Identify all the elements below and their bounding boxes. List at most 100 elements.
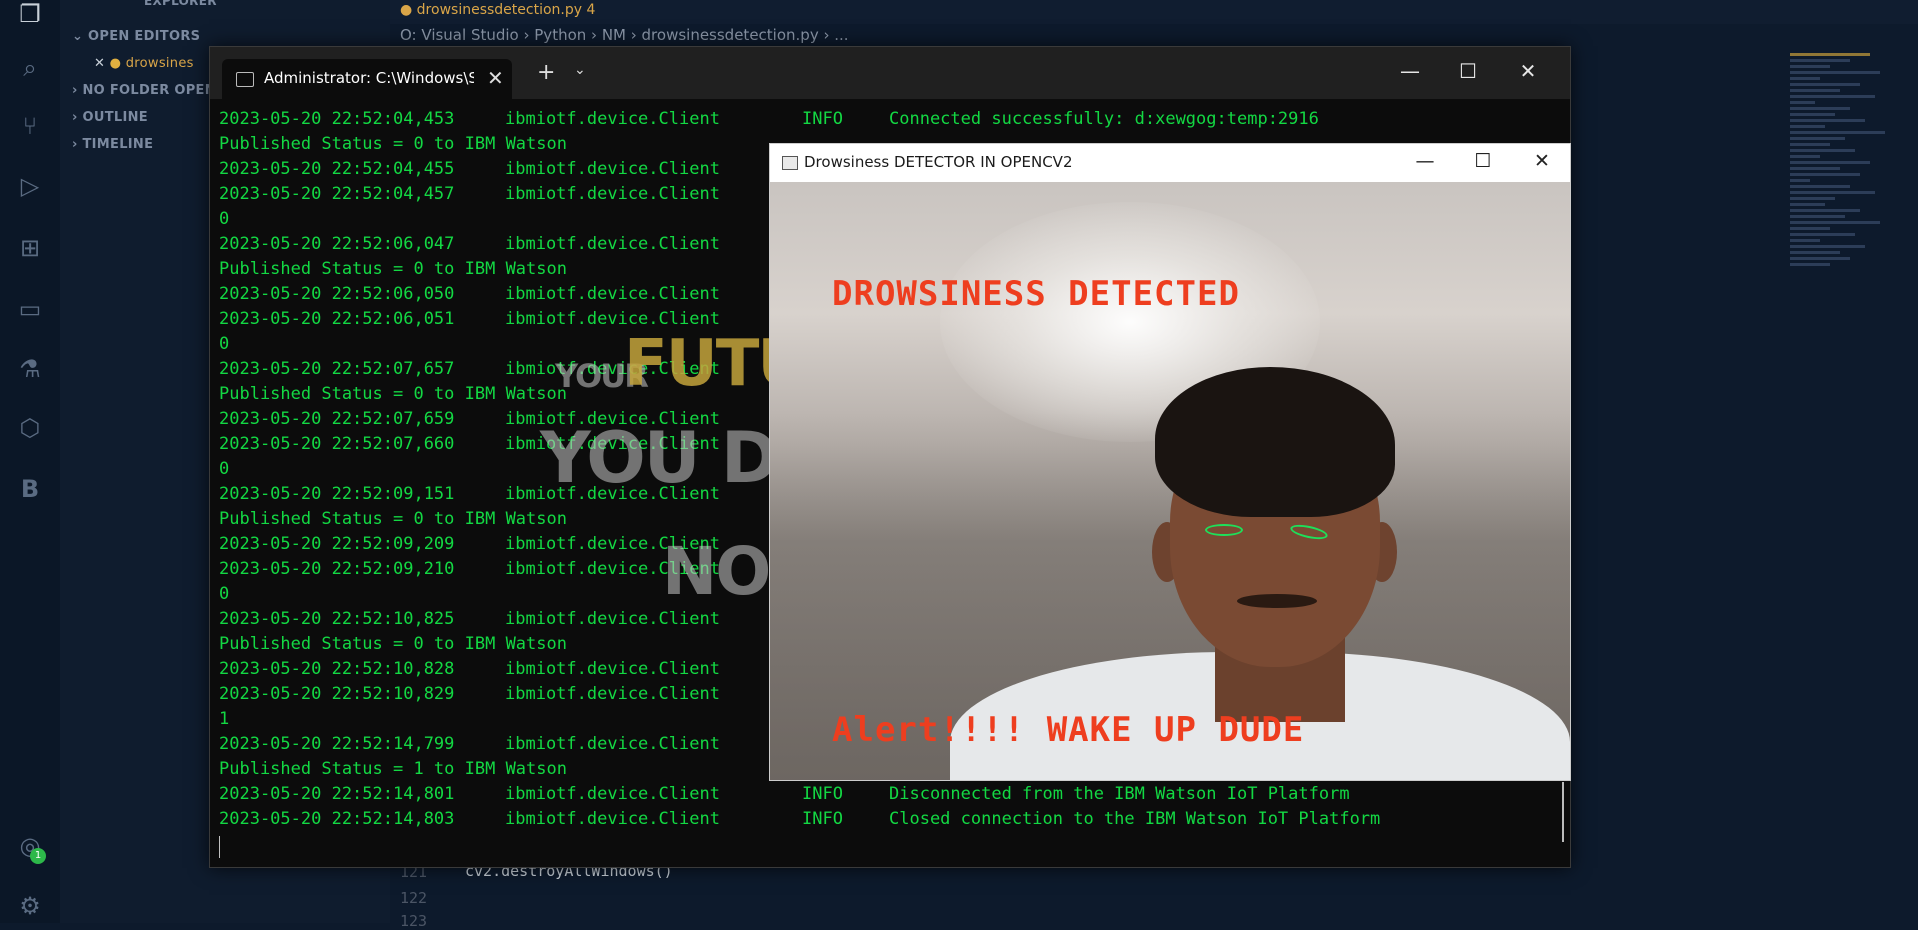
- cube-icon[interactable]: ⬡: [16, 414, 44, 442]
- b-extension-icon[interactable]: B: [16, 475, 44, 503]
- terminal-line-text: Published Status = 1 to IBM Watson: [219, 759, 567, 779]
- webcam-frame: DROWSINESS DETECTED Alert!!!! WAKE UP DU…: [770, 182, 1570, 780]
- breadcrumb-item[interactable]: O:: [400, 26, 417, 44]
- terminal-line-text: 0: [219, 584, 230, 604]
- terminal-line: 2023-05-20 22:52:14,803 ibmiotf.device.Cl…: [219, 807, 1559, 832]
- terminal-line-text: 0: [219, 209, 230, 229]
- log-timestamp: 2023-05-20 22:52:14,803: [219, 809, 455, 829]
- log-source: ibmiotf.device.Client: [505, 234, 720, 254]
- terminal-line: 2023-05-20 22:52:04,453 ibmiotf.device.Cl…: [219, 107, 1559, 132]
- breadcrumb-item[interactable]: ...: [834, 26, 848, 44]
- log-level: INFO: [802, 809, 843, 829]
- run-debug-icon[interactable]: ▷: [16, 172, 44, 200]
- log-source: ibmiotf.device.Client: [505, 159, 720, 179]
- no-folder-section[interactable]: › NO FOLDER OPENE: [72, 83, 225, 98]
- open-editors-section[interactable]: ⌄ OPEN EDITORS: [72, 29, 200, 44]
- chevron-right-icon: ›: [72, 110, 83, 125]
- terminal-line-text: Published Status = 0 to IBM Watson: [219, 384, 567, 404]
- python-file-icon: ●: [400, 2, 417, 18]
- log-timestamp: 2023-05-20 22:52:07,659: [219, 409, 455, 429]
- log-source: ibmiotf.device.Client: [505, 609, 720, 629]
- breadcrumb-item[interactable]: drowsinessdetection.py: [642, 26, 819, 44]
- log-timestamp: 2023-05-20 22:52:10,828: [219, 659, 455, 679]
- explorer-icon[interactable]: ❐: [16, 0, 44, 28]
- settings-gear-icon[interactable]: ⚙: [16, 892, 44, 920]
- terminal-line-text: 1: [219, 709, 230, 729]
- opencv-window[interactable]: Drowsiness DETECTOR IN OPENCV2 — ☐ ✕ DRO…: [769, 143, 1571, 781]
- log-timestamp: 2023-05-20 22:52:14,801: [219, 784, 455, 804]
- terminal-cursor: [219, 836, 220, 858]
- editor-tab-bar: [390, 0, 1918, 24]
- log-source: ibmiotf.device.Client: [505, 809, 720, 829]
- terminal-icon: [236, 72, 254, 87]
- breadcrumb: O: Visual Studio › Python › NM › drowsin…: [400, 26, 849, 44]
- close-button[interactable]: ✕: [1513, 59, 1543, 83]
- breadcrumb-item[interactable]: Python: [534, 26, 586, 44]
- line-number: 123: [400, 912, 428, 930]
- search-icon[interactable]: ⌕: [16, 54, 44, 82]
- log-source: ibmiotf.device.Client: [505, 284, 720, 304]
- terminal-line-text: Published Status = 0 to IBM Watson: [219, 634, 567, 654]
- timeline-section[interactable]: › TIMELINE: [72, 137, 153, 152]
- open-editor-item[interactable]: ✕ ● drowsines: [94, 56, 194, 71]
- log-timestamp: 2023-05-20 22:52:06,051: [219, 309, 455, 329]
- log-timestamp: 2023-05-20 22:52:09,210: [219, 559, 455, 579]
- notification-badge: 1: [30, 848, 46, 864]
- source-control-icon[interactable]: ⑂: [16, 112, 44, 140]
- log-message: Closed connection to the IBM Watson IoT …: [889, 809, 1381, 829]
- drowsiness-detected-label: DROWSINESS DETECTED: [832, 274, 1240, 314]
- remote-explorer-icon[interactable]: ▭: [16, 295, 44, 323]
- terminal-line-text: Published Status = 0 to IBM Watson: [219, 259, 567, 279]
- editor-tab-active[interactable]: ● drowsinessdetection.py 4: [400, 0, 595, 22]
- log-timestamp: 2023-05-20 22:52:07,657: [219, 359, 455, 379]
- person-hair: [1155, 367, 1395, 517]
- left-eye-contour: [1205, 524, 1243, 536]
- terminal-tab[interactable]: Administrator: C:\Windows\Sy ✕: [222, 59, 512, 99]
- python-file-icon: ●: [109, 56, 122, 71]
- log-timestamp: 2023-05-20 22:52:04,453: [219, 109, 455, 129]
- log-message: Disconnected from the IBM Watson IoT Pla…: [889, 784, 1350, 804]
- log-source: ibmiotf.device.Client: [505, 734, 720, 754]
- outline-section[interactable]: › OUTLINE: [72, 110, 148, 125]
- log-timestamp: 2023-05-20 22:52:09,151: [219, 484, 455, 504]
- breadcrumb-item[interactable]: NM: [602, 26, 626, 44]
- new-tab-button[interactable]: +: [537, 60, 555, 85]
- maximize-button[interactable]: ☐: [1468, 150, 1498, 172]
- terminal-scrollbar[interactable]: [1562, 782, 1564, 842]
- close-button[interactable]: ✕: [1527, 150, 1557, 172]
- terminal-line-text: Published Status = 0 to IBM Watson: [219, 509, 567, 529]
- opencv-titlebar[interactable]: Drowsiness DETECTOR IN OPENCV2 — ☐ ✕: [770, 144, 1570, 182]
- terminal-line-text: Published Status = 0 to IBM Watson: [219, 134, 567, 154]
- close-tab-icon[interactable]: ✕: [487, 66, 504, 90]
- log-source: ibmiotf.device.Client: [505, 684, 720, 704]
- terminal-line: 2023-05-20 22:52:14,801 ibmiotf.device.Cl…: [219, 782, 1559, 807]
- minimap[interactable]: [1790, 50, 1900, 390]
- opencv-window-title: Drowsiness DETECTOR IN OPENCV2: [804, 153, 1073, 171]
- minimize-button[interactable]: —: [1395, 59, 1425, 83]
- explorer-title: EXPLORER: [144, 0, 217, 8]
- log-timestamp: 2023-05-20 22:52:04,455: [219, 159, 455, 179]
- log-level: INFO: [802, 784, 843, 804]
- maximize-button[interactable]: ☐: [1453, 59, 1483, 83]
- line-number: 122: [400, 889, 428, 907]
- log-timestamp: 2023-05-20 22:52:06,050: [219, 284, 455, 304]
- log-source: ibmiotf.device.Client: [505, 184, 720, 204]
- chevron-right-icon: ›: [72, 83, 83, 98]
- breadcrumb-item[interactable]: Visual Studio: [421, 26, 518, 44]
- log-source: ibmiotf.device.Client: [505, 784, 720, 804]
- log-timestamp: 2023-05-20 22:52:10,825: [219, 609, 455, 629]
- terminal-titlebar[interactable]: Administrator: C:\Windows\Sy ✕ + ⌄ — ☐ ✕: [210, 47, 1570, 99]
- extensions-icon[interactable]: ⊞: [16, 234, 44, 262]
- dropdown-chevron-icon[interactable]: ⌄: [574, 62, 586, 78]
- minimize-button[interactable]: —: [1410, 150, 1440, 172]
- testing-icon[interactable]: ⚗: [16, 355, 44, 383]
- terminal-line-text: 0: [219, 334, 230, 354]
- terminal-line-text: 0: [219, 459, 230, 479]
- log-timestamp: 2023-05-20 22:52:04,457: [219, 184, 455, 204]
- log-source: ibmiotf.device.Client: [505, 109, 720, 129]
- close-icon[interactable]: ✕: [94, 56, 110, 71]
- log-message: Connected successfully: d:xewgog:temp:29…: [889, 109, 1319, 129]
- person-mustache: [1237, 594, 1317, 608]
- terminal-tab-title: Administrator: C:\Windows\Sy: [264, 69, 474, 87]
- window-app-icon: [782, 156, 798, 170]
